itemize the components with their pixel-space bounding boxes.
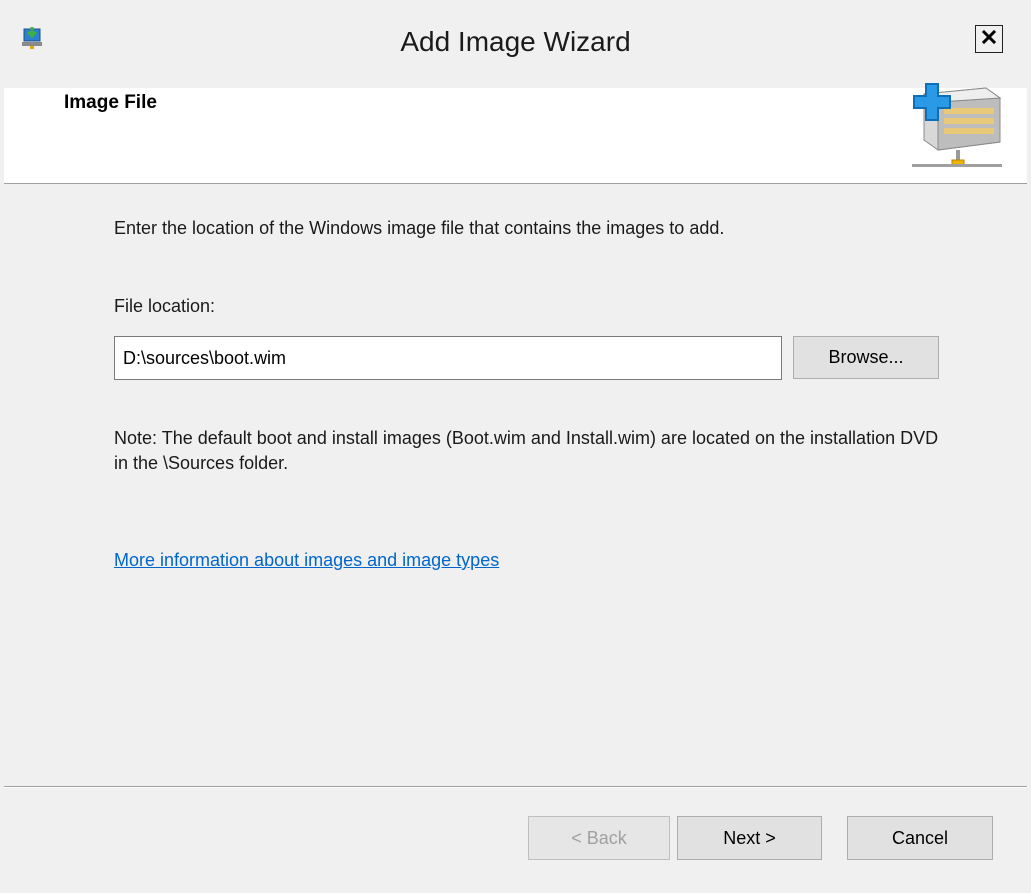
back-button[interactable]: < Back — [528, 816, 670, 860]
close-button[interactable] — [975, 25, 1003, 53]
footer-divider-highlight — [4, 787, 1027, 788]
wizard-content: Enter the location of the Windows image … — [4, 184, 1027, 784]
next-button[interactable]: Next > — [677, 816, 822, 860]
window-title: Add Image Wizard — [400, 26, 631, 57]
note-text: Note: The default boot and install image… — [114, 428, 939, 473]
cancel-button[interactable]: Cancel — [847, 816, 993, 860]
title-bar: Add Image Wizard — [0, 0, 1031, 88]
close-icon — [981, 29, 997, 50]
page-title: Image File — [64, 92, 157, 113]
add-image-icon — [904, 80, 1004, 176]
wizard-window: Add Image Wizard Image File Enter the lo… — [0, 0, 1031, 893]
wizard-header: Image File — [4, 83, 1027, 184]
file-location-input[interactable] — [114, 336, 782, 380]
browse-button[interactable]: Browse... — [793, 336, 939, 379]
file-location-label: File location: — [114, 296, 216, 316]
intro-text: Enter the location of the Windows image … — [114, 218, 725, 238]
more-info-link[interactable]: More information about images and image … — [114, 550, 499, 571]
